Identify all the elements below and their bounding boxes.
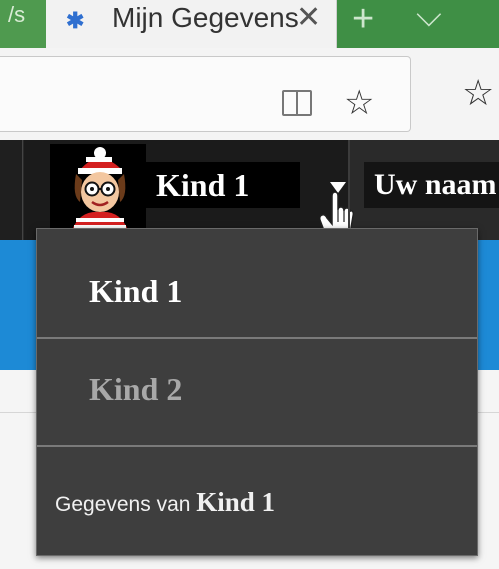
details-name: Kind 1: [196, 487, 276, 517]
site-header: Kind 1 Uw naam: [0, 140, 499, 240]
browser-tab-strip: /s ✱ Mijn Gegevens ✕ + ⌵: [0, 0, 499, 48]
tab-previous-label: /s: [8, 2, 26, 27]
profile-name[interactable]: Kind 1: [144, 162, 300, 208]
close-tab-icon[interactable]: ✕: [296, 0, 321, 35]
tab-active[interactable]: ✱ Mijn Gegevens ✕: [46, 0, 337, 48]
menu-item-label: Kind 2: [89, 371, 183, 407]
name-field[interactable]: Uw naam: [364, 162, 499, 208]
favorite-star-icon[interactable]: ☆: [344, 83, 374, 123]
tab-menu-chevron-icon[interactable]: ⌵: [416, 0, 442, 35]
wally-avatar: [50, 144, 146, 230]
profile-switcher[interactable]: Kind 1: [24, 140, 355, 240]
reading-view-icon[interactable]: [282, 90, 312, 116]
avatar-image: [50, 144, 146, 230]
menu-item-kind-1[interactable]: Kind 1: [37, 229, 477, 339]
header-divider: [348, 140, 350, 240]
tab-title: Mijn Gegevens: [112, 2, 299, 33]
details-prefix: Gegevens van: [55, 493, 197, 516]
address-bar: ☆ ☆: [0, 48, 499, 142]
profile-dropdown-menu: Kind 1 Kind 2 Gegevens van Kind 1: [36, 228, 478, 556]
url-field[interactable]: ☆: [0, 56, 411, 132]
menu-item-label: Kind 1: [89, 273, 183, 309]
details-link[interactable]: Gegevens van Kind 1: [55, 487, 275, 518]
header-edge: [0, 140, 23, 240]
tab-previous[interactable]: /s: [0, 0, 46, 48]
menu-item-kind-2[interactable]: Kind 2: [37, 339, 477, 447]
menu-item-details[interactable]: Gegevens van Kind 1: [37, 447, 477, 555]
new-tab-button[interactable]: +: [352, 0, 374, 41]
favorites-list-icon[interactable]: ☆: [462, 72, 494, 114]
site-favicon-icon: ✱: [66, 8, 85, 33]
